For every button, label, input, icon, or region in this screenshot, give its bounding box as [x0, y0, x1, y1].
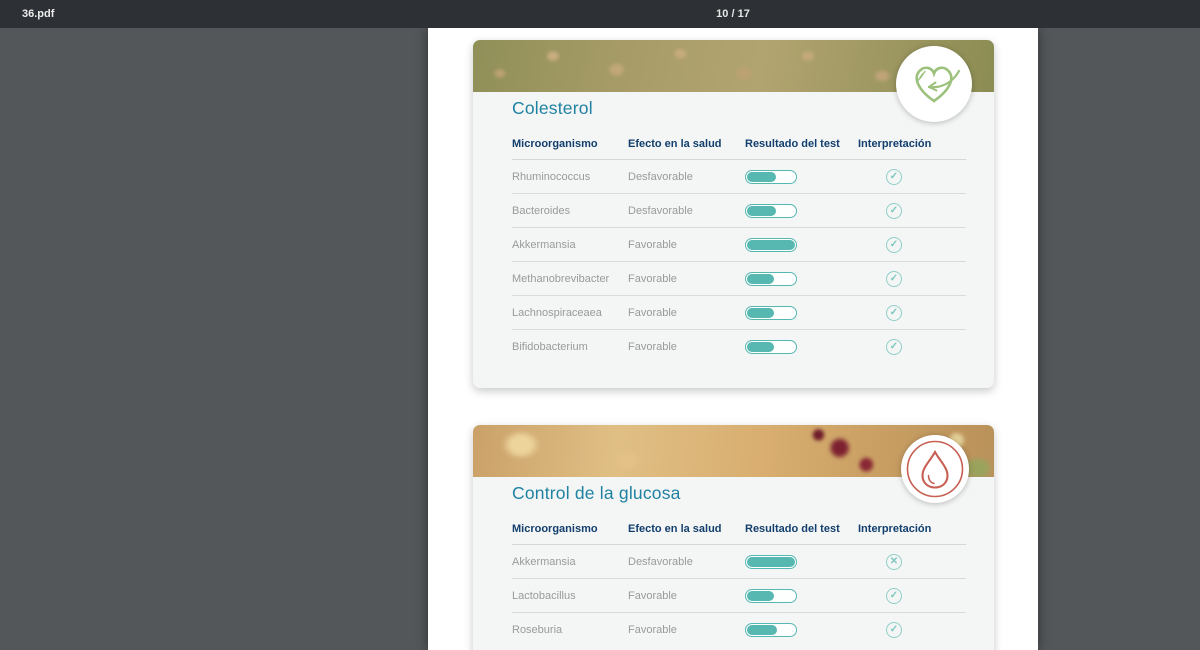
health-effect: Favorable — [628, 307, 745, 319]
card-title: Colesterol — [512, 98, 593, 119]
result-bar — [745, 306, 797, 320]
table-row: Akkermansia Favorable ✓ — [512, 228, 966, 262]
microorganism-name: Methanobrevibacter — [512, 273, 628, 285]
col-header-interpretacion: Interpretación — [858, 523, 966, 535]
result-bar-fill — [747, 206, 776, 216]
check-icon: ✓ — [886, 339, 902, 355]
health-effect: Favorable — [628, 239, 745, 251]
result-bar — [745, 623, 797, 637]
heart-badge — [896, 46, 972, 122]
result-bar — [745, 204, 797, 218]
result-bar — [745, 589, 797, 603]
check-icon: ✓ — [886, 203, 902, 219]
health-effect: Favorable — [628, 341, 745, 353]
check-icon: ✓ — [886, 622, 902, 638]
health-effect: Desfavorable — [628, 556, 745, 568]
card-title: Control de la glucosa — [512, 483, 681, 504]
health-effect: Desfavorable — [628, 205, 745, 217]
result-bar-fill — [747, 308, 774, 318]
microorganism-name: Rhuminococcus — [512, 171, 628, 183]
result-bar-fill — [747, 240, 795, 250]
health-effect: Favorable — [628, 590, 745, 602]
result-bar — [745, 340, 797, 354]
card-control-glucosa: Control de la glucosa Microorganismo Efe… — [473, 425, 994, 650]
col-header-resultado: Resultado del test — [745, 138, 858, 150]
result-bar — [745, 272, 797, 286]
microorganism-name: Bifidobacterium — [512, 341, 628, 353]
microorganism-name: Roseburia — [512, 624, 628, 636]
table-row: Methanobrevibacter Favorable ✓ — [512, 262, 966, 296]
col-header-interpretacion: Interpretación — [858, 138, 966, 150]
pdf-filename: 36.pdf — [22, 8, 54, 20]
card-colesterol: Colesterol Microorganismo Efecto en la s… — [473, 40, 994, 388]
result-bar — [745, 555, 797, 569]
heart-icon — [904, 54, 964, 114]
x-icon: ✕ — [886, 554, 902, 570]
pdf-toolbar: 36.pdf 10 / 17 — [0, 0, 1200, 28]
check-icon: ✓ — [886, 237, 902, 253]
microorganism-name: Lachnospiraceaea — [512, 307, 628, 319]
health-effect: Favorable — [628, 273, 745, 285]
check-icon: ✓ — [886, 271, 902, 287]
result-bar-fill — [747, 342, 774, 352]
table-row: Roseburia Favorable ✓ — [512, 613, 966, 647]
table-row: Bifidobacterium Favorable ✓ — [512, 330, 966, 364]
check-icon: ✓ — [886, 305, 902, 321]
table-header-row: Microorganismo Efecto en la salud Result… — [512, 523, 966, 545]
pdf-page[interactable]: Colesterol Microorganismo Efecto en la s… — [428, 28, 1038, 650]
result-bar-fill — [747, 557, 795, 567]
result-bar-fill — [747, 172, 776, 182]
result-bar — [745, 170, 797, 184]
health-effect: Favorable — [628, 624, 745, 636]
microorganism-name: Akkermansia — [512, 556, 628, 568]
colesterol-table: Microorganismo Efecto en la salud Result… — [512, 138, 966, 364]
col-header-efecto: Efecto en la salud — [628, 138, 745, 150]
table-row: Rhuminococcus Desfavorable ✓ — [512, 160, 966, 194]
col-header-microorganismo: Microorganismo — [512, 523, 628, 535]
table-row: Akkermansia Desfavorable ✕ — [512, 545, 966, 579]
result-bar-fill — [747, 591, 774, 601]
col-header-microorganismo: Microorganismo — [512, 138, 628, 150]
glucosa-table: Microorganismo Efecto en la salud Result… — [512, 523, 966, 647]
blood-drop-badge — [901, 435, 969, 503]
check-icon: ✓ — [886, 169, 902, 185]
col-header-efecto: Efecto en la salud — [628, 523, 745, 535]
table-header-row: Microorganismo Efecto en la salud Result… — [512, 138, 966, 160]
check-icon: ✓ — [886, 588, 902, 604]
microorganism-name: Akkermansia — [512, 239, 628, 251]
result-bar-fill — [747, 274, 774, 284]
table-row: Lachnospiraceaea Favorable ✓ — [512, 296, 966, 330]
table-row: Lactobacillus Favorable ✓ — [512, 579, 966, 613]
health-effect: Desfavorable — [628, 171, 745, 183]
water-drop-icon — [904, 438, 966, 500]
microorganism-name: Bacteroides — [512, 205, 628, 217]
page-indicator: 10 / 17 — [428, 8, 1038, 20]
col-header-resultado: Resultado del test — [745, 523, 858, 535]
result-bar-fill — [747, 625, 777, 635]
microorganism-name: Lactobacillus — [512, 590, 628, 602]
table-row: Bacteroides Desfavorable ✓ — [512, 194, 966, 228]
result-bar — [745, 238, 797, 252]
